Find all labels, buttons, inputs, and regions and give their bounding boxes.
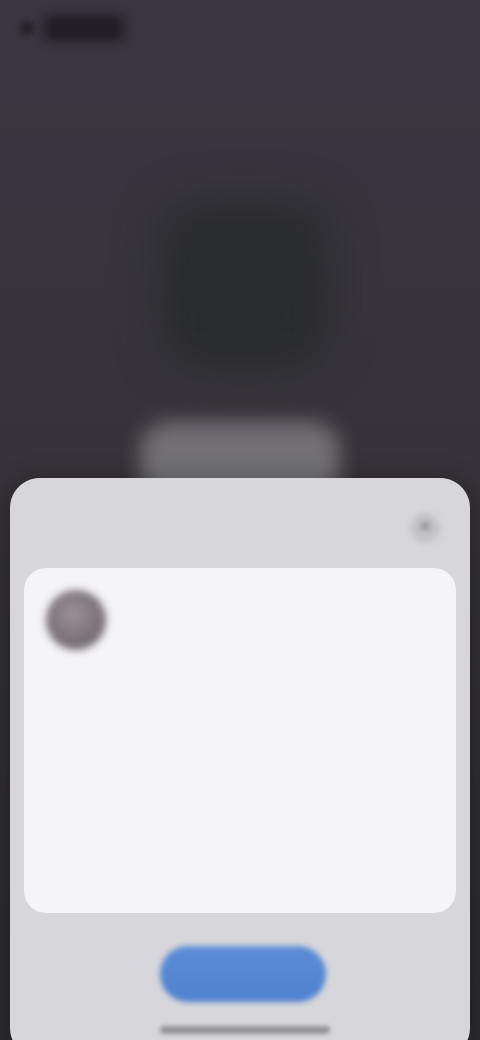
avatar [46, 590, 106, 650]
status-bar [20, 8, 460, 48]
bottom-sheet: ✕ [10, 478, 470, 1040]
home-indicator [160, 1026, 330, 1034]
profile-row[interactable] [46, 590, 436, 650]
app-icon [160, 200, 330, 370]
close-icon[interactable]: ✕ [410, 513, 440, 543]
account-card [24, 568, 456, 913]
sheet-header: ✕ [40, 508, 440, 548]
signal-icon [20, 21, 34, 35]
continue-button[interactable] [160, 946, 326, 1002]
status-indicator [44, 15, 124, 41]
